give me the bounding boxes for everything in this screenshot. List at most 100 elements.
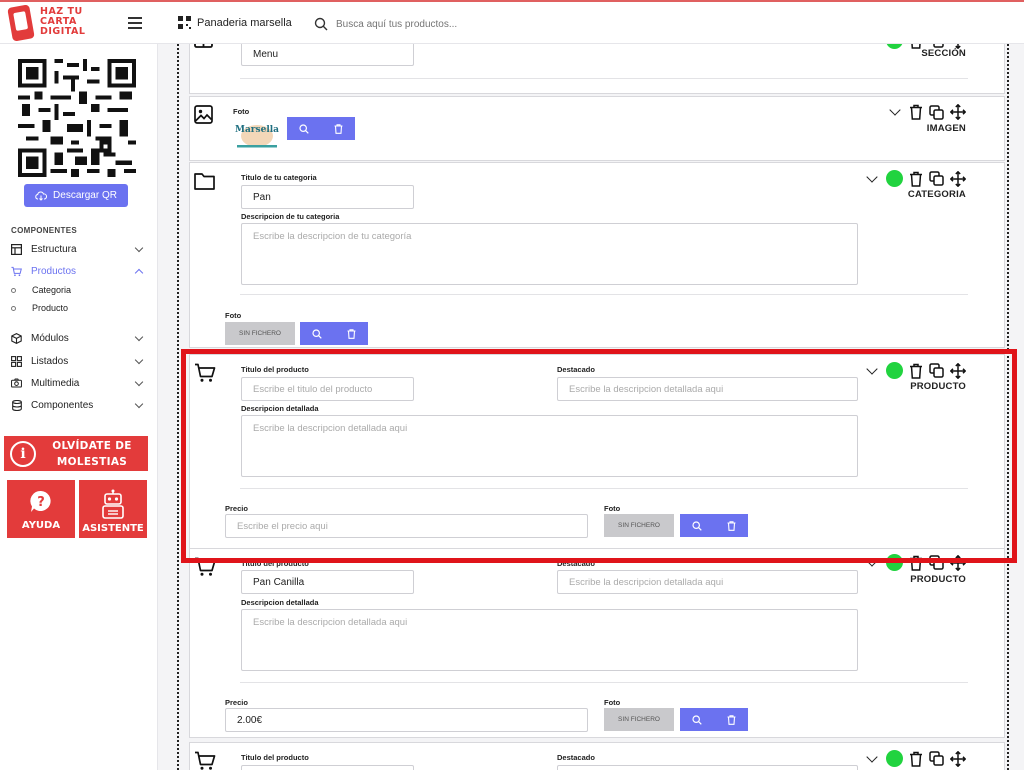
product-search-button[interactable]: [680, 708, 714, 731]
copy-icon[interactable]: [929, 555, 944, 570]
svg-text:?: ?: [37, 495, 45, 510]
sidebar-item-componentes[interactable]: Componentes: [11, 396, 146, 414]
sidebar-item-modulos[interactable]: Módulos: [11, 329, 146, 347]
search-icon: [312, 328, 322, 339]
category-delete-button[interactable]: [334, 322, 368, 345]
active-status-icon[interactable]: [886, 750, 903, 767]
collapse-chevron-icon[interactable]: [866, 750, 878, 763]
dotted-guide-left: [177, 44, 179, 770]
category-search-button[interactable]: [300, 322, 334, 345]
product-desc-label: Descripcion detallada: [241, 404, 319, 413]
product-title-input[interactable]: [241, 765, 414, 770]
category-no-file: SIN FICHERO: [225, 322, 295, 345]
product-no-file: SIN FICHERO: [604, 514, 674, 537]
product-featured-label: Destacado: [557, 559, 595, 568]
chevron-down-icon: [134, 243, 144, 253]
banner-ayuda[interactable]: ? AYUDA: [7, 480, 75, 538]
chevron-down-icon: [134, 399, 144, 409]
sidebar-subitem-label: Categoria: [32, 285, 72, 295]
trash-icon[interactable]: [909, 751, 923, 767]
category-desc-label: Descripcion de tu categoria: [241, 212, 340, 221]
collapse-chevron-icon[interactable]: [866, 170, 878, 183]
move-icon[interactable]: [950, 104, 966, 120]
search-input[interactable]: [336, 18, 596, 30]
top-bar: HAZ TU CARTA DIGITAL Panaderia marsella: [0, 0, 1024, 44]
copy-icon[interactable]: [929, 104, 944, 120]
database-icon: [11, 399, 22, 411]
product-title-input[interactable]: Escribe el titulo del producto: [241, 377, 414, 401]
product-featured-label: Destacado: [557, 365, 595, 374]
search-icon: [314, 17, 328, 31]
collapse-chevron-icon[interactable]: [889, 104, 901, 116]
sidebar-item-label: Estructura: [31, 243, 77, 255]
active-status-icon[interactable]: [886, 362, 903, 379]
components-section-label: COMPONENTES: [11, 226, 77, 235]
product-price-input[interactable]: 2.00€: [225, 708, 588, 732]
product-title-input[interactable]: Pan Canilla: [241, 570, 414, 594]
qr-code: [18, 59, 136, 177]
image-icon: [194, 105, 213, 124]
product-delete-button[interactable]: [714, 514, 748, 537]
copy-icon[interactable]: [929, 171, 944, 186]
trash-icon[interactable]: [909, 171, 923, 187]
trash-icon[interactable]: [909, 104, 923, 120]
search-bar: [314, 14, 614, 34]
cart-icon: [11, 266, 22, 277]
store-selector[interactable]: Panaderia marsella: [178, 16, 292, 29]
product-desc-textarea[interactable]: Escribe la descripcion detallada aqui: [241, 415, 858, 477]
image-search-button[interactable]: [287, 117, 321, 140]
chevron-down-icon: [134, 377, 144, 387]
product-title-label: Titulo del producto: [241, 365, 309, 374]
brand-logo[interactable]: HAZ TU CARTA DIGITAL: [7, 4, 92, 42]
sidebar-subitem-producto[interactable]: Producto: [11, 303, 68, 313]
product-featured-input[interactable]: Escribe la descripcion detallada aqui: [557, 377, 858, 401]
sidebar-item-listados[interactable]: Listados: [11, 352, 146, 370]
move-icon[interactable]: [950, 170, 966, 187]
banner-molestias-line2: MOLESTIAS: [56, 455, 128, 468]
sidebar-item-productos[interactable]: Productos: [11, 262, 146, 280]
move-icon[interactable]: [950, 750, 966, 767]
trash-icon[interactable]: [909, 363, 923, 379]
collapse-chevron-icon[interactable]: [866, 362, 878, 375]
copy-icon[interactable]: [929, 363, 944, 378]
search-icon: [299, 123, 309, 134]
banner-olvidate-molestias[interactable]: i OLVÍDATE DE MOLESTIAS: [4, 436, 148, 471]
robot-icon: [102, 489, 124, 519]
category-title-input[interactable]: Pan: [241, 185, 414, 209]
active-status-icon[interactable]: [886, 44, 903, 49]
sidebar-subitem-label: Producto: [32, 303, 69, 313]
trash-icon[interactable]: [909, 555, 923, 571]
download-qr-button[interactable]: Descargar QR: [24, 184, 128, 207]
active-status-icon[interactable]: [886, 170, 903, 187]
banner-molestias-line1: OLVÍDATE DE: [52, 439, 132, 452]
move-icon[interactable]: [950, 554, 966, 571]
menu-toggle-icon[interactable]: [128, 17, 142, 29]
collapse-chevron-icon[interactable]: [866, 554, 878, 567]
sidebar-item-multimedia[interactable]: Multimedia: [11, 374, 146, 392]
circle-icon: [11, 305, 16, 311]
active-status-icon[interactable]: [886, 554, 903, 571]
trash-icon: [727, 714, 735, 725]
product-price-input[interactable]: Escribe el precio aqui: [225, 514, 588, 538]
sidebar-item-label: Componentes: [31, 399, 94, 411]
product-desc-textarea[interactable]: Escribe la descripcion detallada aqui: [241, 609, 858, 671]
product-featured-input[interactable]: [557, 765, 858, 770]
logo-text-3: DIGITAL: [40, 26, 86, 37]
product-featured-input[interactable]: Escribe la descripcion detallada aqui: [557, 570, 858, 594]
box-icon: [11, 332, 22, 344]
category-desc-textarea[interactable]: Escribe la descripcion de tu categoría: [241, 223, 858, 285]
move-icon[interactable]: [950, 362, 966, 379]
sidebar-item-estructura[interactable]: Estructura: [11, 240, 146, 258]
banner-asistente[interactable]: ASISTENTE: [79, 480, 147, 538]
sidebar-subitem-categoria[interactable]: Categoria: [11, 285, 71, 295]
banner-ayuda-label: AYUDA: [21, 520, 61, 531]
store-name: Panaderia marsella: [197, 16, 292, 29]
trash-icon: [334, 123, 342, 134]
product-price-label: Precio: [225, 698, 248, 707]
product-delete-button[interactable]: [714, 708, 748, 731]
section-name-input[interactable]: Menu: [241, 44, 414, 66]
download-qr-label: Descargar QR: [53, 190, 117, 201]
product-search-button[interactable]: [680, 514, 714, 537]
image-delete-button[interactable]: [321, 117, 355, 140]
copy-icon[interactable]: [929, 751, 944, 766]
